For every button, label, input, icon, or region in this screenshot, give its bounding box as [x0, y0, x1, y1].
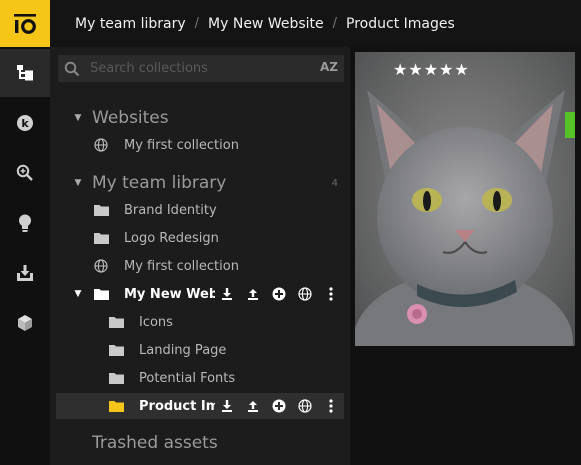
- kodi-icon: k: [17, 115, 33, 131]
- caret-down-icon[interactable]: ▼: [72, 289, 84, 299]
- search-icon: [64, 61, 80, 76]
- rail-item-kodi[interactable]: k: [0, 99, 50, 147]
- folder-icon: [93, 230, 109, 246]
- row-actions: [218, 397, 340, 415]
- tree-item-label: Icons: [139, 314, 173, 330]
- sort-az-button[interactable]: AZ: [320, 60, 338, 74]
- tree-item-my-new-website[interactable]: ▼ My New Website: [50, 281, 350, 307]
- tree-item-label: Logo Redesign: [124, 230, 219, 246]
- rating-stars[interactable]: ★★★★★: [393, 60, 470, 79]
- breadcrumb-item-product-images[interactable]: Product Images: [346, 16, 455, 32]
- row-actions: [218, 285, 340, 303]
- rail-item-import[interactable]: [0, 249, 50, 297]
- tree-item-websites-first-collection[interactable]: My first collection: [50, 132, 350, 158]
- search-bar: AZ: [58, 55, 344, 82]
- globe-icon: [93, 258, 109, 274]
- caret-down-icon[interactable]: ▼: [72, 113, 84, 123]
- upload-icon[interactable]: [244, 397, 262, 415]
- add-circle-icon[interactable]: [270, 397, 288, 415]
- caret-down-icon[interactable]: ▼: [72, 178, 84, 188]
- rail-item-collections[interactable]: [0, 49, 50, 97]
- status-flag: [565, 112, 575, 138]
- tree-item-potential-fonts[interactable]: Potential Fonts: [50, 365, 350, 391]
- more-vertical-icon[interactable]: [322, 285, 340, 303]
- folder-icon: [108, 314, 124, 330]
- breadcrumb-item-new-website[interactable]: My New Website: [208, 16, 324, 32]
- folder-icon: [108, 370, 124, 386]
- download-box-icon: [17, 265, 33, 281]
- globe-icon: [93, 137, 109, 153]
- more-vertical-icon[interactable]: [322, 397, 340, 415]
- tree-item-logo-redesign[interactable]: Logo Redesign: [50, 225, 350, 251]
- section-trashed-assets[interactable]: Trashed assets: [50, 430, 350, 456]
- team-count-badge: 4: [331, 177, 338, 189]
- tree-item-icons[interactable]: Icons: [50, 309, 350, 335]
- folder-icon: [93, 286, 109, 302]
- download-icon[interactable]: [218, 285, 236, 303]
- folder-tree-icon: [17, 65, 33, 81]
- tree-item-label: My New Website: [124, 286, 215, 302]
- tree-item-label: Brand Identity: [124, 202, 217, 218]
- tree-item-brand-identity[interactable]: Brand Identity: [50, 197, 350, 223]
- breadcrumb: My team library / My New Website / Produ…: [50, 0, 581, 47]
- globe-icon[interactable]: [296, 285, 314, 303]
- rail-item-search[interactable]: [0, 149, 50, 197]
- zoom-icon: [16, 164, 33, 181]
- breadcrumb-separator: /: [194, 16, 200, 31]
- upload-icon[interactable]: [244, 285, 262, 303]
- section-team-library[interactable]: ▼ My team library 4: [50, 170, 350, 196]
- folder-icon: [108, 398, 124, 414]
- app-logo[interactable]: [0, 0, 50, 47]
- svg-text:k: k: [21, 117, 29, 130]
- breadcrumb-item-team-library[interactable]: My team library: [75, 16, 186, 32]
- collections-panel: AZ ▼ Websites My first collection ▼ My t…: [50, 47, 350, 465]
- folder-icon: [108, 342, 124, 358]
- section-title-team-library: My team library: [92, 173, 227, 193]
- section-title-websites: Websites: [92, 108, 169, 128]
- lightbulb-icon: [19, 214, 31, 232]
- download-icon[interactable]: [218, 397, 236, 415]
- asset-thumbnail[interactable]: ★★★★★: [355, 52, 575, 346]
- tree-item-label: Landing Page: [139, 342, 227, 358]
- add-circle-icon[interactable]: [270, 285, 288, 303]
- tree-item-label: Product Images: [139, 398, 215, 414]
- cat-photo: [355, 52, 575, 346]
- search-input[interactable]: [88, 60, 312, 77]
- section-title-trashed: Trashed assets: [92, 433, 218, 453]
- rail-item-ideas[interactable]: [0, 199, 50, 247]
- tree-item-label: My first collection: [124, 258, 239, 274]
- icon-rail: k: [0, 47, 50, 465]
- logo-icon: [14, 13, 36, 34]
- breadcrumb-separator: /: [332, 16, 338, 31]
- tree-item-label: Potential Fonts: [139, 370, 236, 386]
- globe-icon[interactable]: [296, 397, 314, 415]
- cube-icon: [18, 315, 32, 331]
- tree-item-landing-page[interactable]: Landing Page: [50, 337, 350, 363]
- tree-item-label: My first collection: [124, 137, 239, 153]
- tree-item-product-images[interactable]: Product Images: [56, 393, 344, 419]
- tree-item-team-first-collection[interactable]: My first collection: [50, 253, 350, 279]
- section-websites[interactable]: ▼ Websites: [50, 105, 350, 131]
- rail-item-packages[interactable]: [0, 299, 50, 347]
- folder-icon: [93, 202, 109, 218]
- asset-grid: ★★★★★: [350, 47, 581, 465]
